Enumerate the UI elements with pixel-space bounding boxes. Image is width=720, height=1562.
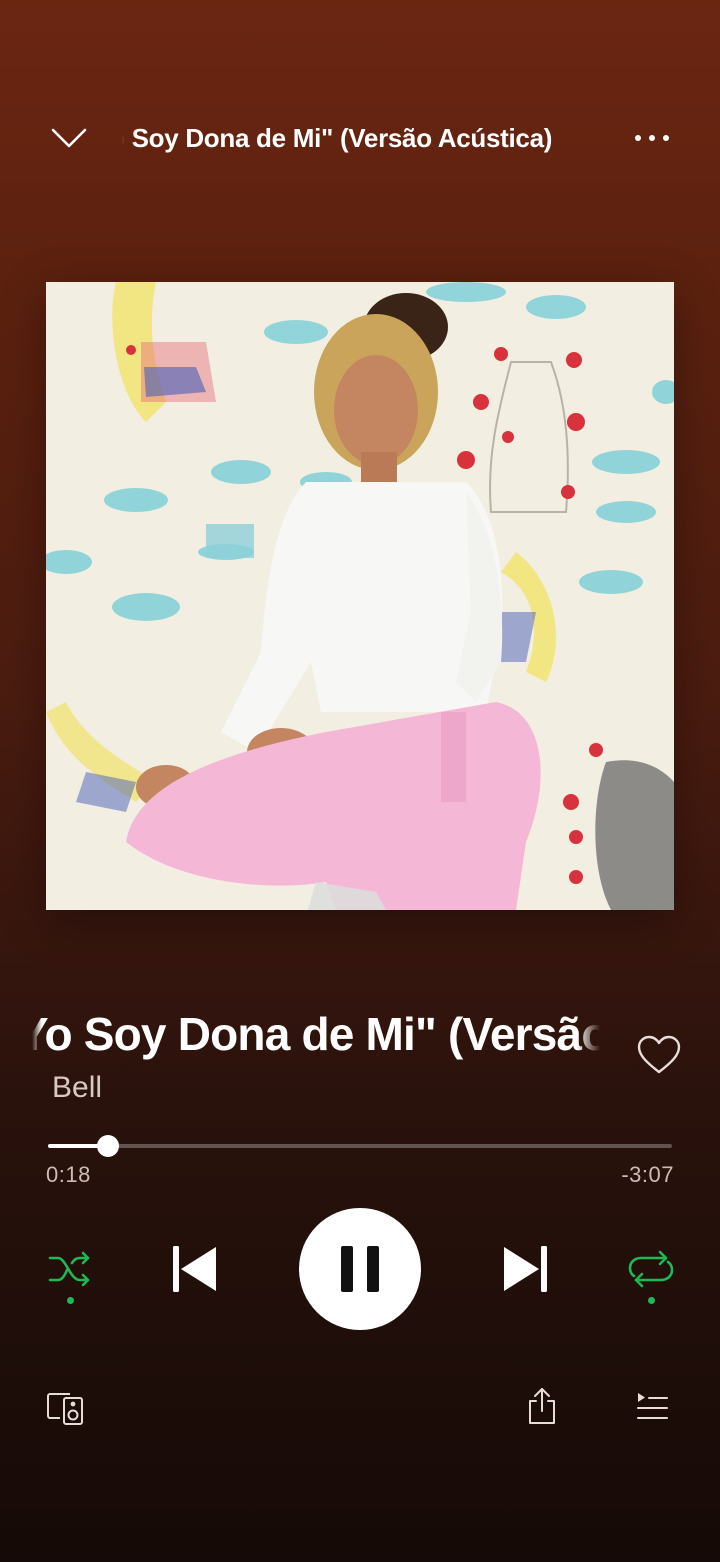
header-title-marquee: Yo Soy Dona de Mi" (Versão Acústica) (122, 120, 597, 160)
share-button[interactable] (526, 1386, 558, 1426)
remaining-time: -3:07 (621, 1162, 674, 1187)
chevron-down-icon (51, 128, 87, 148)
like-button[interactable] (636, 1034, 682, 1076)
album-cover (46, 282, 674, 910)
artist-name[interactable]: Bell (52, 1068, 102, 1108)
collapse-button[interactable] (44, 116, 94, 160)
next-button[interactable] (500, 1242, 552, 1296)
share-icon (529, 1388, 555, 1424)
repeat-button[interactable] (626, 1248, 676, 1306)
pause-icon (341, 1246, 379, 1292)
previous-button[interactable] (168, 1242, 220, 1296)
shuffle-button[interactable] (46, 1248, 94, 1306)
pause-button[interactable] (299, 1208, 421, 1330)
progress-track (48, 1144, 672, 1148)
top-bar: Yo Soy Dona de Mi" (Versão Acústica) (0, 100, 720, 176)
progress-handle[interactable] (97, 1135, 120, 1157)
queue-button[interactable] (634, 1390, 670, 1424)
progress-bar[interactable] (48, 1135, 672, 1157)
connect-devices-button[interactable] (46, 1390, 86, 1426)
track-title-marquee: Yo Soy Dona de Mi" (Versão Acústica) (32, 1004, 600, 1068)
shuffle-active-dot (66, 1297, 74, 1304)
more-options-button[interactable] (624, 116, 680, 160)
shuffle-icon (48, 1251, 90, 1287)
repeat-icon (628, 1250, 674, 1288)
connect-devices-icon (47, 1393, 83, 1425)
elapsed-time: 0:18 (46, 1162, 91, 1187)
header-title: Yo Soy Dona de Mi" (Versão Acústica) (122, 123, 553, 153)
more-dots-icon (635, 135, 641, 141)
skip-previous-icon (173, 1246, 216, 1292)
album-cover-art (46, 282, 674, 910)
track-title: Yo Soy Dona de Mi" (Versão Acústica) (32, 1008, 600, 1060)
heart-outline-icon (637, 1035, 681, 1074)
repeat-active-dot (647, 1297, 655, 1304)
queue-icon (637, 1393, 668, 1419)
skip-next-icon (504, 1246, 547, 1292)
